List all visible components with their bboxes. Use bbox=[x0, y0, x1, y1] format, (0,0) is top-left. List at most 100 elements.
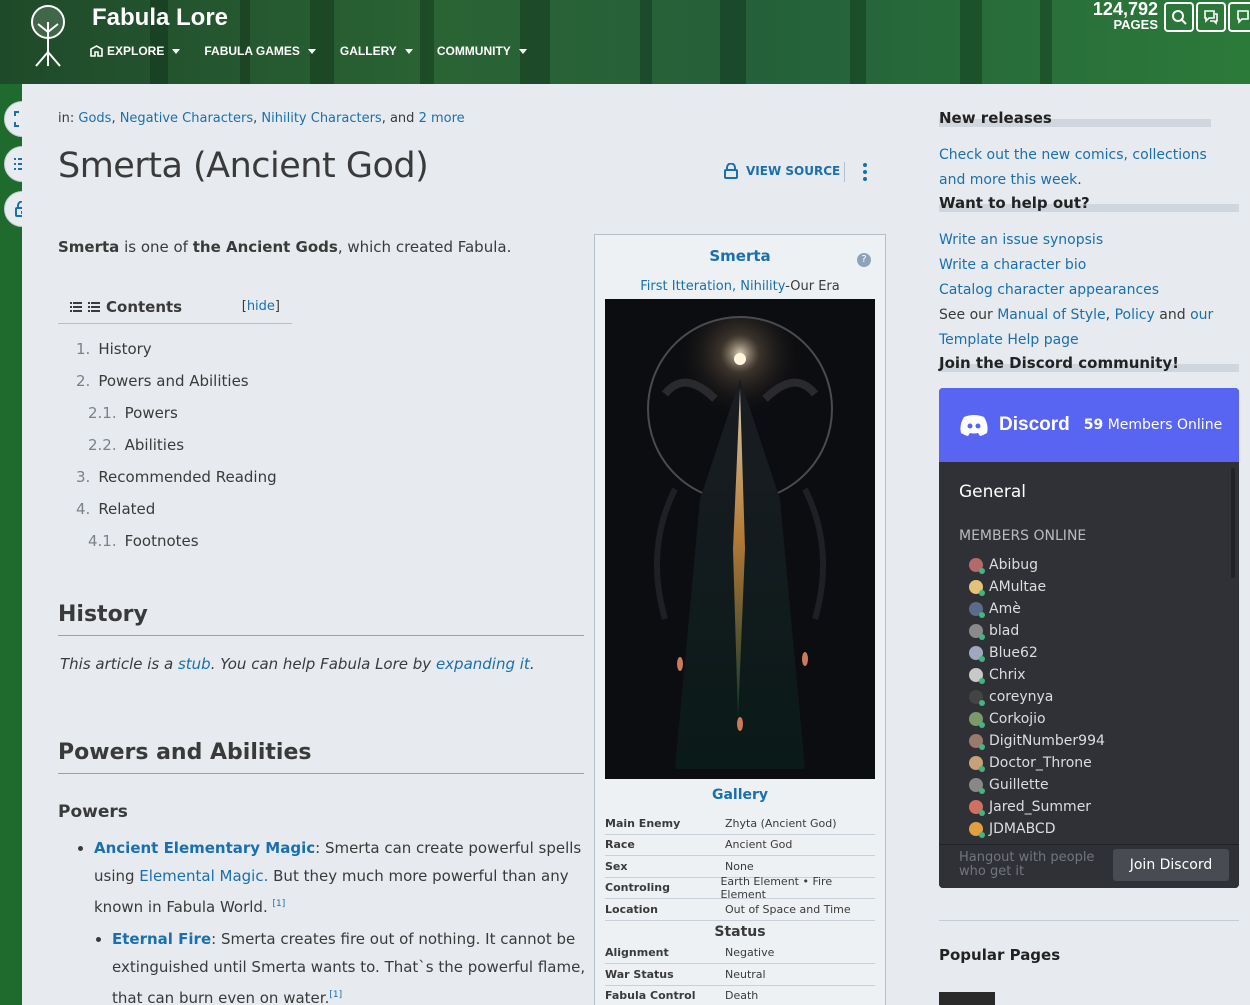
toc-hide-toggle[interactable]: [hide] bbox=[242, 299, 280, 314]
infobox-row: Fabula Control Death bbox=[605, 986, 875, 1005]
stub-text: This article is a bbox=[60, 655, 178, 673]
chevron-down-icon bbox=[307, 48, 316, 54]
popular-pages-heading: Popular Pages bbox=[939, 946, 1061, 964]
infobox-row: War Status Neutral bbox=[605, 964, 875, 986]
chevron-down-icon bbox=[172, 48, 181, 54]
character-image[interactable] bbox=[605, 299, 875, 779]
nav-explore[interactable]: EXPLORE bbox=[90, 44, 181, 58]
discord-member-name: Corkojio bbox=[989, 711, 1046, 727]
footnote-ref[interactable]: [1] bbox=[329, 990, 342, 1000]
new-releases-heading: New releases bbox=[939, 109, 1052, 127]
help-link[interactable]: Write a character bio bbox=[939, 253, 1229, 278]
discord-member[interactable]: Jared_Summer bbox=[969, 796, 1105, 818]
nav-gallery[interactable]: GALLERY bbox=[340, 44, 413, 58]
toc-hide-label[interactable]: hide bbox=[247, 299, 275, 314]
era-links[interactable]: First Itteration, Nihility bbox=[640, 279, 785, 294]
discord-member[interactable]: Guillette bbox=[969, 774, 1105, 796]
toc-item-label[interactable]: Abilities bbox=[125, 436, 184, 454]
footnote-ref[interactable]: [1] bbox=[273, 899, 286, 909]
infobox-row-value[interactable]: Death bbox=[725, 989, 758, 1002]
infobox-row-label: Alignment bbox=[605, 946, 669, 960]
more-categories-link[interactable]: 2 more bbox=[419, 111, 465, 126]
stub-text: . You can help Fabula Lore by bbox=[210, 655, 436, 673]
discord-member[interactable]: blad bbox=[969, 620, 1105, 642]
gallery-link[interactable]: Gallery bbox=[595, 787, 885, 803]
list-item: Eternal Fire: Smerta creates fire out of… bbox=[112, 925, 586, 1005]
infobox-row-label: Main Enemy bbox=[605, 816, 681, 830]
right-rail: New releases Check out the new comics, c… bbox=[921, 84, 1250, 1005]
discord-member[interactable]: coreynya bbox=[969, 686, 1105, 708]
discord-member[interactable]: Chrix bbox=[969, 664, 1105, 686]
discord-member-name: Chrix bbox=[989, 667, 1026, 683]
infobox-row-value[interactable]: Out of Space and Time bbox=[725, 903, 851, 916]
help-icon[interactable]: ? bbox=[857, 253, 871, 267]
discord-member[interactable]: Corkojio bbox=[969, 708, 1105, 730]
notifications-button[interactable] bbox=[1228, 2, 1250, 32]
power-link[interactable]: Ancient Elementary Magic bbox=[94, 839, 315, 857]
see-our-text: See our Manual of Style, Policy and our … bbox=[939, 307, 1214, 348]
category-link[interactable]: Gods bbox=[78, 111, 111, 126]
toc-item-label[interactable]: Recommended Reading bbox=[98, 468, 276, 486]
toc-item[interactable]: 4. Related bbox=[58, 498, 292, 530]
intro-end: , which created Fabula. bbox=[337, 238, 512, 256]
discord-member-name: coreynya bbox=[989, 689, 1054, 705]
policy-link[interactable]: Policy bbox=[1115, 307, 1155, 323]
toc-item[interactable]: 4.1. Footnotes bbox=[58, 530, 292, 562]
infobox-row-value[interactable]: Neutral bbox=[725, 968, 766, 981]
discord-member[interactable]: Doctor_Throne bbox=[969, 752, 1105, 774]
power-link[interactable]: Eternal Fire bbox=[112, 930, 211, 948]
toc-item-label[interactable]: Powers and Abilities bbox=[98, 372, 248, 390]
wiki-header: Fabula Lore EXPLORE FABULA GAMES GALLERY… bbox=[0, 0, 1250, 84]
toc-item[interactable]: 1. History bbox=[58, 338, 292, 370]
infobox-row-value[interactable]: Negative bbox=[725, 946, 774, 959]
discord-member[interactable]: AMultae bbox=[969, 576, 1105, 598]
wiki-logo-tree-icon[interactable] bbox=[18, 2, 78, 68]
search-button[interactable] bbox=[1164, 2, 1194, 32]
infobox-era: First Itteration, Nihility-Our Era bbox=[595, 279, 885, 294]
toc-item[interactable]: 2. Powers and Abilities bbox=[58, 370, 292, 402]
nav-fabula-games[interactable]: FABULA GAMES bbox=[204, 44, 316, 58]
infobox-row-value[interactable]: Zhyta (Ancient God) bbox=[725, 817, 837, 830]
toc-item-label[interactable]: History bbox=[98, 340, 151, 358]
scrollbar[interactable] bbox=[1231, 468, 1235, 578]
page-title: Smerta (Ancient God) bbox=[58, 146, 429, 186]
discord-logo-icon bbox=[960, 415, 988, 436]
join-discord-button[interactable]: Join Discord bbox=[1113, 849, 1229, 881]
infobox-row-label: Fabula Control bbox=[605, 989, 696, 1003]
infobox-status-rows: Alignment Negative War Status Neutral Fabula… bbox=[605, 943, 875, 1005]
discord-member-name: AMultae bbox=[989, 579, 1047, 595]
wiki-title[interactable]: Fabula Lore bbox=[92, 4, 228, 32]
nav-community[interactable]: COMMUNITY bbox=[437, 44, 527, 58]
elemental-magic-link[interactable]: Elemental Magic. bbox=[139, 867, 268, 885]
discord-members-list[interactable]: Abibug AMultae Amè blad Blue62 Chrix coreynya C… bbox=[969, 554, 1105, 840]
toc-item-number: 1. bbox=[76, 340, 91, 358]
subpowers-list: Eternal Fire: Smerta creates fire out of… bbox=[94, 925, 586, 1005]
expand-link[interactable]: expanding it bbox=[436, 655, 530, 673]
category-link[interactable]: Nihility Characters bbox=[261, 111, 381, 126]
help-link[interactable]: Write an issue synopsis bbox=[939, 228, 1229, 253]
toc-item-label[interactable]: Footnotes bbox=[125, 532, 199, 550]
stub-notice: This article is a stub. You can help Fab… bbox=[60, 655, 535, 673]
manual-of-style-link[interactable]: Manual of Style bbox=[997, 307, 1105, 323]
toc-item[interactable]: 2.1. Powers bbox=[58, 402, 292, 434]
discord-member[interactable]: JDMABCD bbox=[969, 818, 1105, 840]
more-actions-icon[interactable] bbox=[860, 163, 870, 181]
discussions-button[interactable] bbox=[1196, 2, 1226, 32]
toc-item-label[interactable]: Related bbox=[98, 500, 155, 518]
discord-member[interactable]: DigitNumber994 bbox=[969, 730, 1105, 752]
toc-item[interactable]: 3. Recommended Reading bbox=[58, 466, 292, 498]
toc-item-label[interactable]: Powers bbox=[125, 404, 178, 422]
toc-item[interactable]: 2.2. Abilities bbox=[58, 434, 292, 466]
popular-page-thumbnail[interactable] bbox=[939, 992, 995, 1005]
rail-divider bbox=[939, 920, 1239, 921]
infobox-row-label: Location bbox=[605, 902, 658, 916]
discord-member[interactable]: Amè bbox=[969, 598, 1105, 620]
category-link[interactable]: Negative Characters bbox=[120, 111, 253, 126]
new-releases-link[interactable]: Check out the new comics, collections an… bbox=[939, 147, 1207, 188]
view-source-button[interactable]: VIEW SOURCE bbox=[724, 163, 840, 179]
stub-link[interactable]: stub bbox=[178, 655, 211, 673]
discord-member[interactable]: Abibug bbox=[969, 554, 1105, 576]
infobox-row-value[interactable]: Earth Element • Fire Element bbox=[720, 875, 875, 901]
help-link[interactable]: Catalog character appearances bbox=[939, 278, 1229, 303]
discord-member[interactable]: Blue62 bbox=[969, 642, 1105, 664]
